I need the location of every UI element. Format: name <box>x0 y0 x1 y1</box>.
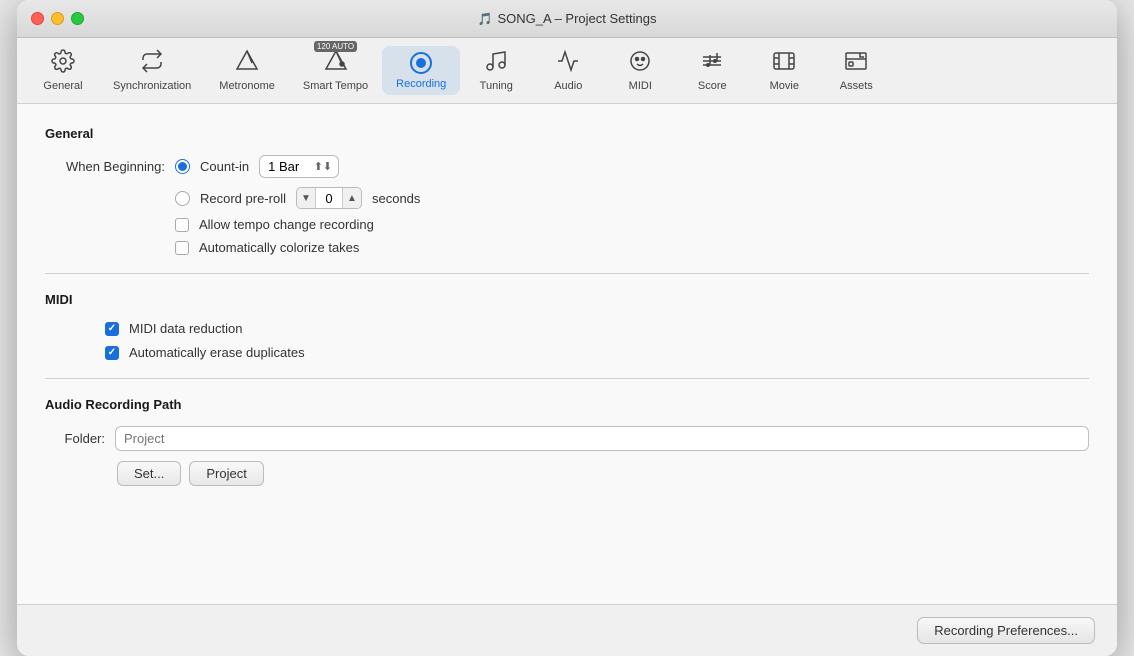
midi-reduction-checkbox[interactable] <box>105 322 119 336</box>
colorize-takes-checkbox[interactable] <box>175 241 189 255</box>
toolbar: General Synchronization Metronome <box>17 38 1117 104</box>
preroll-radio[interactable] <box>175 191 190 206</box>
divider-1 <box>45 273 1089 274</box>
app-window: 🎵 SONG_A – Project Settings General <box>17 0 1117 656</box>
recording-icon <box>410 51 432 75</box>
synchronization-icon <box>140 49 164 77</box>
movie-icon <box>772 49 796 77</box>
close-button[interactable] <box>31 12 44 25</box>
titlebar: 🎵 SONG_A – Project Settings <box>17 0 1117 38</box>
preroll-value: 0 <box>315 188 343 208</box>
movie-tab-label: Movie <box>770 80 799 92</box>
tab-audio[interactable]: Audio <box>532 44 604 97</box>
tab-general[interactable]: General <box>27 44 99 97</box>
tab-metronome[interactable]: Metronome <box>205 44 289 97</box>
divider-2 <box>45 378 1089 379</box>
assets-icon <box>844 49 868 77</box>
tab-midi[interactable]: MIDI <box>604 44 676 97</box>
count-in-label: Count-in <box>200 159 249 174</box>
tab-tuning[interactable]: Tuning <box>460 44 532 97</box>
stepper-down[interactable]: ▼ <box>297 188 315 208</box>
audio-path-section-title: Audio Recording Path <box>45 397 1089 412</box>
midi-options: MIDI data reduction Automatically erase … <box>105 321 1089 360</box>
tab-recording[interactable]: Recording <box>382 46 460 95</box>
folder-row: Folder: <box>45 426 1089 451</box>
colorize-takes-row: Automatically colorize takes <box>175 240 1089 255</box>
recording-tab-label: Recording <box>396 78 446 90</box>
tab-synchronization[interactable]: Synchronization <box>99 44 205 97</box>
smart-tempo-icon <box>324 49 348 77</box>
minimize-button[interactable] <box>51 12 64 25</box>
traffic-lights <box>31 12 84 25</box>
erase-duplicates-checkbox[interactable] <box>105 346 119 360</box>
midi-tab-label: MIDI <box>629 80 652 92</box>
synchronization-tab-label: Synchronization <box>113 80 191 92</box>
midi-section-title: MIDI <box>45 292 1089 307</box>
tab-movie[interactable]: Movie <box>748 44 820 97</box>
smart-tempo-badge: 120 AUTO <box>314 41 357 52</box>
tuning-tab-label: Tuning <box>480 80 513 92</box>
audio-path-buttons: Set... Project <box>117 461 1089 486</box>
erase-duplicates-row: Automatically erase duplicates <box>105 345 1089 360</box>
maximize-button[interactable] <box>71 12 84 25</box>
colorize-takes-label: Automatically colorize takes <box>199 240 359 255</box>
recording-preferences-button[interactable]: Recording Preferences... <box>917 617 1095 644</box>
count-in-select-arrow: ⬆⬇ <box>314 160 332 173</box>
folder-label: Folder: <box>45 431 105 446</box>
metronome-tab-label: Metronome <box>219 80 275 92</box>
title-icon: 🎵 <box>478 12 493 26</box>
when-beginning-label: When Beginning: <box>45 159 165 174</box>
midi-reduction-row: MIDI data reduction <box>105 321 1089 336</box>
content-area: General When Beginning: Count-in 1 Bar ⬆… <box>17 104 1117 604</box>
score-tab-label: Score <box>698 80 727 92</box>
audio-tab-label: Audio <box>554 80 582 92</box>
tab-assets[interactable]: Assets <box>820 44 892 97</box>
general-icon <box>51 49 75 77</box>
allow-tempo-label: Allow tempo change recording <box>199 217 374 232</box>
when-beginning-row: When Beginning: Count-in 1 Bar ⬆⬇ <box>45 155 1089 178</box>
tuning-icon <box>484 49 508 77</box>
window-title: 🎵 SONG_A – Project Settings <box>478 11 657 26</box>
stepper-up[interactable]: ▲ <box>343 188 361 208</box>
preroll-stepper[interactable]: ▼ 0 ▲ <box>296 187 362 209</box>
general-tab-label: General <box>43 80 82 92</box>
count-in-radio[interactable] <box>175 159 190 174</box>
smart-tempo-badge-wrap: 120 AUTO <box>324 49 348 77</box>
seconds-label: seconds <box>372 191 420 206</box>
allow-tempo-row: Allow tempo change recording <box>175 217 1089 232</box>
set-button[interactable]: Set... <box>117 461 181 486</box>
audio-icon <box>556 49 580 77</box>
tab-score[interactable]: Score <box>676 44 748 97</box>
record-preroll-row: Record pre-roll ▼ 0 ▲ seconds <box>175 187 1089 209</box>
score-icon <box>700 49 724 77</box>
erase-duplicates-label: Automatically erase duplicates <box>129 345 305 360</box>
general-section-title: General <box>45 126 1089 141</box>
indent-options: Record pre-roll ▼ 0 ▲ seconds Allow temp… <box>175 187 1089 255</box>
folder-input[interactable] <box>115 426 1089 451</box>
count-in-select-value: 1 Bar <box>268 159 310 174</box>
preroll-label: Record pre-roll <box>200 191 286 206</box>
metronome-icon <box>235 49 259 77</box>
tab-smart-tempo[interactable]: 120 AUTO Smart Tempo <box>289 44 382 97</box>
midi-icon <box>628 49 652 77</box>
count-in-select[interactable]: 1 Bar ⬆⬇ <box>259 155 339 178</box>
project-button[interactable]: Project <box>189 461 263 486</box>
footer: Recording Preferences... <box>17 604 1117 656</box>
midi-reduction-label: MIDI data reduction <box>129 321 242 336</box>
allow-tempo-checkbox[interactable] <box>175 218 189 232</box>
smart-tempo-tab-label: Smart Tempo <box>303 80 368 92</box>
assets-tab-label: Assets <box>840 80 873 92</box>
